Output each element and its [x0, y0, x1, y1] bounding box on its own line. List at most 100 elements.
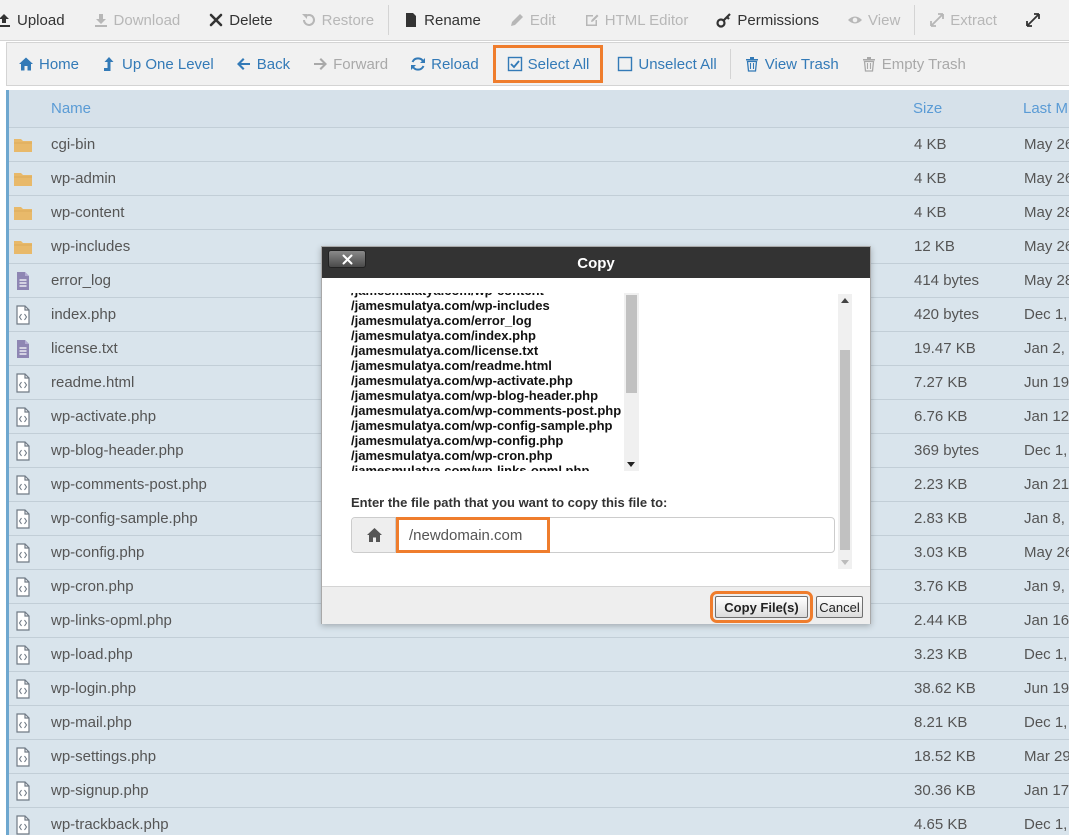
- file-name[interactable]: error_log: [51, 272, 111, 289]
- table-row[interactable]: wp-login.php 38.62 KB Jun 19: [9, 672, 1069, 706]
- file-name[interactable]: wp-settings.php: [51, 748, 156, 765]
- table-row[interactable]: wp-load.php 3.23 KB Dec 1,: [9, 638, 1069, 672]
- back-button[interactable]: Back: [225, 48, 301, 80]
- table-row[interactable]: cgi-bin 4 KB May 26: [9, 128, 1069, 162]
- file-name[interactable]: wp-blog-header.php: [51, 442, 184, 459]
- table-header: Name Size Last M: [9, 90, 1069, 128]
- scroll-down-arrow-icon[interactable]: [841, 560, 849, 565]
- code-file-icon: [13, 679, 33, 699]
- column-header-size[interactable]: Size: [913, 100, 942, 117]
- forward-button[interactable]: Forward: [301, 48, 399, 80]
- level-up-icon: [101, 56, 117, 72]
- delete-label: Delete: [229, 11, 273, 29]
- file-name[interactable]: cgi-bin: [51, 136, 95, 153]
- file-name[interactable]: license.txt: [51, 340, 118, 357]
- top-toolbar: Upload Download Delete Restore Rename Edit HTM…: [0, 0, 1069, 41]
- file-modified: Jan 16: [1024, 612, 1069, 629]
- file-name[interactable]: wp-trackback.php: [51, 816, 169, 833]
- home-button[interactable]: Home: [7, 48, 90, 80]
- file-size: 4 KB: [914, 136, 947, 153]
- trash-icon: [744, 56, 760, 72]
- arrow-right-icon: [312, 56, 328, 72]
- file-name[interactable]: wp-config.php: [51, 544, 144, 561]
- forward-label: Forward: [333, 55, 389, 73]
- scroll-down-arrow-icon[interactable]: [627, 462, 635, 467]
- more-tools-button[interactable]: [1011, 0, 1060, 41]
- destination-path-input[interactable]: [396, 517, 550, 553]
- file-name[interactable]: wp-login.php: [51, 680, 136, 697]
- restore-label: Restore: [321, 11, 375, 29]
- expand-icon: [1025, 12, 1041, 28]
- unselect-all-button[interactable]: Unselect All: [606, 48, 727, 80]
- dialog-scrollbar-thumb[interactable]: [840, 350, 850, 550]
- paths-scrollbar-thumb[interactable]: [626, 295, 637, 393]
- selected-path-item: /jamesmulatya.com/wp-blog-header.php: [351, 388, 599, 403]
- file-name[interactable]: wp-cron.php: [51, 578, 134, 595]
- file-size: 2.83 KB: [914, 510, 968, 527]
- html-editor-button[interactable]: HTML Editor: [570, 0, 703, 41]
- file-name[interactable]: wp-signup.php: [51, 782, 149, 799]
- copy-files-button[interactable]: Copy File(s): [710, 591, 813, 623]
- empty-trash-button[interactable]: Empty Trash: [850, 48, 977, 80]
- file-modified: Jan 9,: [1024, 578, 1065, 595]
- expand-icon: [929, 12, 945, 28]
- file-modified: Jan 2,: [1024, 340, 1065, 357]
- file-name[interactable]: readme.html: [51, 374, 134, 391]
- permissions-button[interactable]: Permissions: [702, 0, 833, 41]
- toolbar-divider: [729, 49, 731, 79]
- selected-path-item: /jamesmulatya.com/wp-config-sample.php: [351, 418, 613, 433]
- rename-button[interactable]: Rename: [389, 0, 495, 41]
- arrow-left-icon: [236, 56, 252, 72]
- code-file-icon: [13, 611, 33, 631]
- table-row[interactable]: wp-content 4 KB May 28: [9, 196, 1069, 230]
- restore-button[interactable]: Restore: [287, 0, 389, 41]
- table-row[interactable]: wp-admin 4 KB May 26: [9, 162, 1069, 196]
- up-one-level-label: Up One Level: [122, 55, 214, 73]
- file-name[interactable]: wp-includes: [51, 238, 130, 255]
- destination-prompt: Enter the file path that you want to cop…: [351, 495, 668, 510]
- file-name[interactable]: wp-content: [51, 204, 124, 221]
- file-name[interactable]: wp-links-opml.php: [51, 612, 172, 629]
- table-row[interactable]: wp-mail.php 8.21 KB Dec 1,: [9, 706, 1069, 740]
- view-button[interactable]: View: [833, 0, 914, 41]
- file-name[interactable]: wp-admin: [51, 170, 116, 187]
- file-size: 3.23 KB: [914, 646, 968, 663]
- upload-button[interactable]: Upload: [0, 0, 79, 41]
- paths-scrollbar[interactable]: [624, 293, 639, 471]
- column-header-name[interactable]: Name: [51, 100, 91, 117]
- file-name[interactable]: wp-activate.php: [51, 408, 156, 425]
- select-all-button[interactable]: Select All: [492, 45, 604, 83]
- column-header-last-modified[interactable]: Last M: [1023, 100, 1068, 117]
- edit-button[interactable]: Edit: [495, 0, 570, 41]
- up-one-level-button[interactable]: Up One Level: [90, 48, 225, 80]
- selected-paths-list[interactable]: /jamesmulatya.com/wp-content/jamesmulaty…: [351, 293, 641, 471]
- file-name[interactable]: wp-load.php: [51, 646, 133, 663]
- folder-icon: [13, 135, 33, 155]
- file-name[interactable]: index.php: [51, 306, 116, 323]
- table-row[interactable]: wp-settings.php 18.52 KB Mar 29: [9, 740, 1069, 774]
- cancel-button[interactable]: Cancel: [816, 596, 863, 618]
- code-file-icon: [13, 815, 33, 835]
- extract-button[interactable]: Extract: [915, 0, 1011, 41]
- file-name[interactable]: wp-config-sample.php: [51, 510, 198, 527]
- file-size: 18.52 KB: [914, 748, 976, 765]
- file-modified: Mar 29: [1024, 748, 1069, 765]
- file-size: 4 KB: [914, 170, 947, 187]
- file-name[interactable]: wp-comments-post.php: [51, 476, 207, 493]
- file-size: 2.44 KB: [914, 612, 968, 629]
- file-name[interactable]: wp-mail.php: [51, 714, 132, 731]
- download-button[interactable]: Download: [79, 0, 195, 41]
- file-modified: Jan 17: [1024, 782, 1069, 799]
- reload-button[interactable]: Reload: [399, 48, 490, 80]
- delete-button[interactable]: Delete: [194, 0, 286, 41]
- code-file-icon: [13, 577, 33, 597]
- table-row[interactable]: wp-signup.php 30.36 KB Jan 17: [9, 774, 1069, 808]
- file-size: 420 bytes: [914, 306, 980, 323]
- scroll-up-arrow-icon[interactable]: [841, 298, 849, 303]
- dialog-scrollbar[interactable]: [838, 294, 852, 569]
- home-label: Home: [39, 55, 80, 73]
- view-trash-button[interactable]: View Trash: [733, 48, 850, 80]
- table-row[interactable]: wp-trackback.php 4.65 KB Dec 1,: [9, 808, 1069, 835]
- unselect-all-label: Unselect All: [638, 55, 717, 73]
- file-size: 3.03 KB: [914, 544, 968, 561]
